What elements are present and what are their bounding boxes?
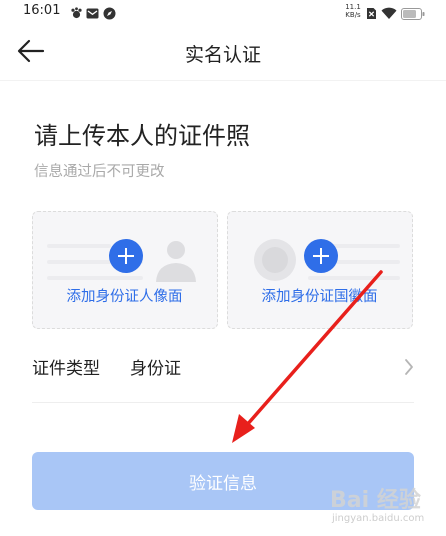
compass-icon bbox=[103, 5, 116, 24]
plus-icon bbox=[304, 239, 338, 273]
mail-icon bbox=[86, 5, 99, 24]
baidu-jingyan-watermark: Bai 经验 jingyan.baidu.com bbox=[330, 482, 442, 532]
status-bar: 16:01 11.1 KB/s bbox=[0, 0, 446, 24]
real-name-auth-screen: 16:01 11.1 KB/s 实名认证 请上传本人的证件照 信息通过后不可更改… bbox=[0, 0, 446, 536]
no-sim-icon bbox=[366, 5, 377, 24]
chevron-right-icon bbox=[404, 358, 414, 380]
wifi-icon bbox=[381, 5, 397, 24]
status-time: 16:01 bbox=[23, 3, 61, 18]
battery-icon bbox=[401, 5, 425, 24]
nav-bar: 实名认证 bbox=[0, 24, 446, 81]
watermark-url: jingyan.baidu.com bbox=[332, 513, 425, 524]
id-type-value: 身份证 bbox=[130, 359, 181, 379]
watermark-main: Bai 经验 bbox=[330, 488, 421, 513]
net-speed-unit: KB/s bbox=[345, 11, 361, 19]
upload-id-front-label: 添加身份证人像面 bbox=[66, 289, 183, 305]
upload-id-back-card[interactable]: 添加身份证国徽面 bbox=[227, 211, 413, 329]
net-speed: 11.1 KB/s bbox=[343, 3, 363, 19]
upload-subheading: 信息通过后不可更改 bbox=[34, 164, 165, 180]
net-speed-value: 11.1 bbox=[345, 3, 361, 11]
id-type-selector[interactable]: 证件类型 身份证 bbox=[32, 340, 414, 403]
id-type-label: 证件类型 bbox=[32, 359, 100, 379]
plus-icon bbox=[109, 239, 143, 273]
upload-id-front-card[interactable]: 添加身份证人像面 bbox=[32, 211, 218, 329]
paw-icon bbox=[70, 5, 83, 24]
upload-heading: 请上传本人的证件照 bbox=[34, 122, 250, 150]
page-title: 实名认证 bbox=[184, 44, 261, 66]
upload-id-back-label: 添加身份证国徽面 bbox=[261, 289, 378, 305]
